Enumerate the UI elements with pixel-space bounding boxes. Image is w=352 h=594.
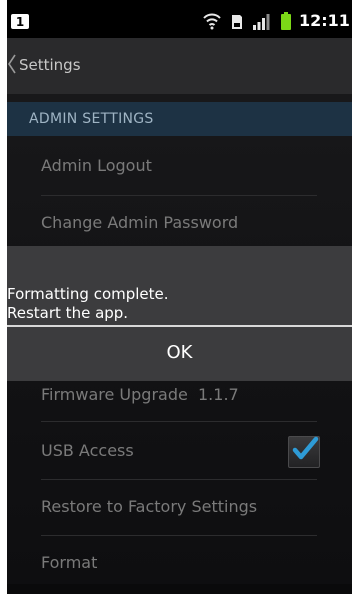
list-item-label: Change Admin Password	[41, 213, 239, 232]
status-bar: 1 12:11	[7, 0, 352, 38]
list-item-label: Restore to Factory Settings	[41, 497, 258, 516]
list-item-label: Firmware Upgrade 1.1.7	[41, 385, 239, 404]
settings-app: 1 12:11 Settings ADMIN SETTINGS Admin Lo…	[7, 0, 352, 594]
battery-icon	[281, 12, 291, 30]
signal-icon	[253, 14, 271, 30]
screen-edge	[0, 0, 7, 594]
sd-card-icon	[231, 14, 243, 30]
notification-icon[interactable]: 1	[11, 14, 29, 29]
dialog-message-line: Restart the app.	[7, 304, 129, 322]
divider	[41, 421, 317, 422]
list-item-label: Format	[41, 553, 98, 572]
phone-screen: 1 12:11 Settings ADMIN SETTINGS Admin Lo…	[0, 0, 352, 594]
wifi-icon	[203, 12, 221, 30]
list-item-label: USB Access	[41, 441, 134, 460]
chevron-left-icon[interactable]	[7, 53, 17, 75]
list-item-label: Admin Logout	[41, 156, 152, 175]
back-to-settings[interactable]: Settings	[19, 56, 81, 74]
usb-access-item[interactable]: USB Access	[41, 424, 352, 480]
dialog-message: Formatting complete. Restart the app.	[7, 285, 169, 323]
admin-logout-item[interactable]: Admin Logout	[41, 139, 352, 195]
action-bar: Settings	[7, 38, 352, 94]
usb-access-checkbox[interactable]	[288, 436, 320, 468]
section-header: ADMIN SETTINGS	[7, 102, 352, 136]
section-title: ADMIN SETTINGS	[29, 111, 154, 127]
restore-factory-settings-item[interactable]: Restore to Factory Settings	[41, 480, 352, 536]
dialog-message-line: Formatting complete.	[7, 285, 169, 303]
ok-button[interactable]: OK	[7, 327, 352, 381]
change-admin-password-item[interactable]: Change Admin Password	[41, 196, 352, 252]
bottom-strip	[7, 584, 352, 594]
format-complete-dialog: Formatting complete. Restart the app. OK	[7, 246, 352, 381]
status-clock: 12:11 PM	[299, 11, 352, 30]
